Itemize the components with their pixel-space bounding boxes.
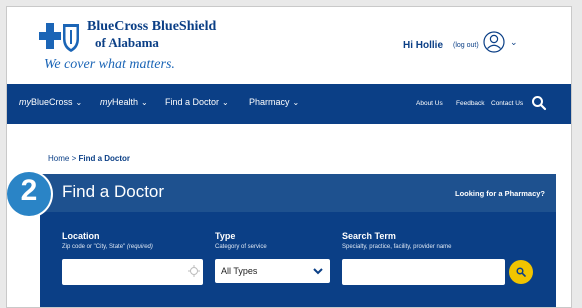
nav-my-bluecross[interactable]: myBlueCross ⌄ (19, 97, 82, 107)
step-badge: 2 (7, 172, 51, 216)
chevron-down-icon: ⌄ (222, 98, 229, 107)
step-number: 2 (20, 174, 38, 207)
nav-contact-us[interactable]: Contact Us (491, 100, 523, 107)
account-menu-chevron-icon[interactable]: ⌄ (510, 37, 518, 48)
search-icon (516, 267, 526, 277)
chevron-down-icon (313, 268, 323, 275)
type-hint: Category of service (215, 244, 267, 250)
browser-frame: BlueCross BlueShield of Alabama We cover… (6, 6, 572, 308)
search-term-label: Search Term (342, 231, 396, 241)
user-icon[interactable] (483, 31, 505, 53)
type-selected-value: All Types (221, 266, 258, 276)
location-label: Location (62, 231, 100, 241)
chevron-down-icon: ⌄ (141, 98, 148, 107)
chevron-down-icon: ⌄ (292, 98, 300, 107)
breadcrumb-home[interactable]: Home (48, 154, 69, 163)
nav-pharmacy[interactable]: Pharmacy ⌄ (249, 97, 299, 107)
breadcrumb-current: Find a Doctor (78, 154, 131, 163)
nav-my-health[interactable]: myHealth ⌄ (100, 97, 148, 107)
brand-name: BlueCross BlueShield (87, 19, 217, 34)
nav-about-us[interactable]: About Us (416, 100, 443, 107)
panel-header: Find a Doctor Looking for a Pharmacy? (40, 174, 556, 212)
nav-find-a-doctor[interactable]: Find a Doctor ⌄ (165, 97, 229, 107)
panel-title: Find a Doctor (62, 182, 165, 201)
logout-link[interactable]: (log out) (453, 42, 479, 49)
breadcrumb: Home > Find a Doctor (48, 154, 130, 163)
location-input[interactable] (62, 259, 203, 285)
chevron-down-icon: ⌄ (75, 98, 83, 107)
main-nav: myBlueCross ⌄ myHealth ⌄ Find a Doctor ⌄ Ph… (7, 84, 571, 124)
search-term-input[interactable] (342, 259, 505, 285)
type-label: Type (215, 231, 236, 241)
brand-region: of Alabama (95, 35, 159, 50)
user-greeting: Hi Hollie (403, 40, 444, 51)
target-location-icon[interactable] (188, 265, 200, 277)
search-icon[interactable] (531, 95, 547, 111)
nav-feedback[interactable]: Feedback (456, 100, 485, 107)
find-doctor-panel: Find a Doctor Looking for a Pharmacy? Lo… (40, 174, 556, 307)
search-term-hint: Specialty, practice, facility, provider … (342, 244, 452, 250)
pharmacy-link[interactable]: Looking for a Pharmacy? (455, 189, 545, 198)
brand-tagline: We cover what matters. (44, 57, 175, 72)
site-header: BlueCross BlueShield of Alabama We cover… (7, 7, 571, 83)
search-button[interactable] (509, 260, 533, 284)
bcbs-logo[interactable] (39, 21, 81, 53)
location-hint: Zip code or "City, State" (required) (62, 244, 153, 250)
type-select[interactable]: All Types (215, 259, 330, 283)
